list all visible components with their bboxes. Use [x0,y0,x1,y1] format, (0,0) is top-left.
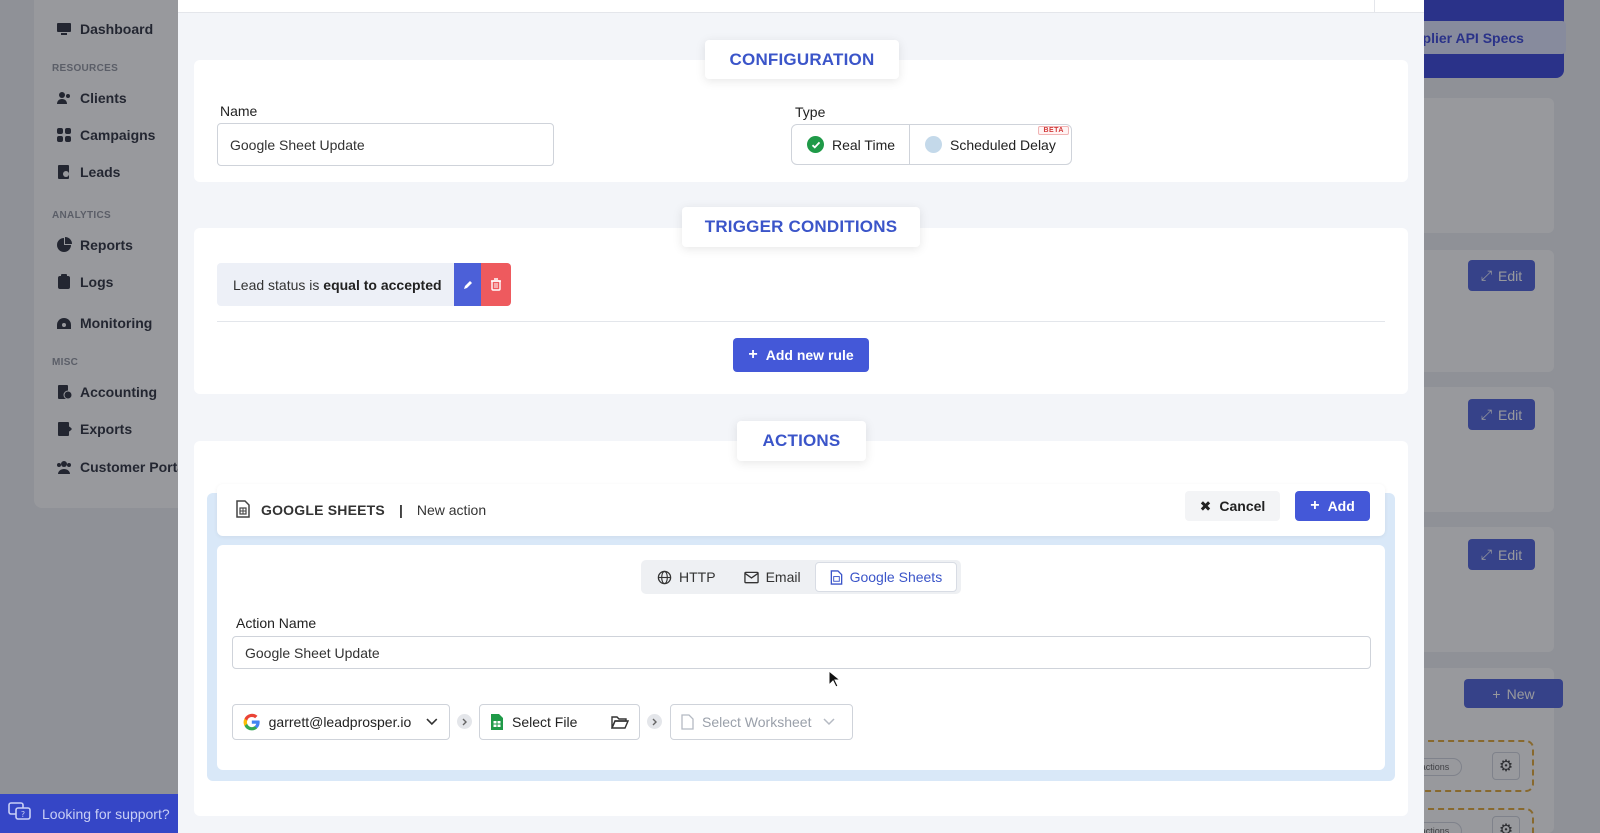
chat-icon: ? [8,801,32,826]
name-input[interactable]: Google Sheet Update [217,123,554,166]
globe-icon [657,570,672,584]
type-option-label: Real Time [832,136,896,153]
envelope-icon [743,571,759,583]
type-segmented-control: Real Time Scheduled Delay BETA [791,124,1072,165]
modal-top-bar [178,0,1424,13]
beta-badge: BETA [1038,126,1069,135]
select-file-button[interactable]: Select File [479,704,640,740]
rule-prefix: Lead status is [233,276,324,293]
chevron-down-icon [823,718,835,726]
divider [217,321,1385,322]
tab-google-sheets[interactable]: Google Sheets [814,562,958,592]
tab-email[interactable]: Email [730,562,815,592]
select-worksheet-dropdown[interactable]: Select Worksheet [670,704,853,740]
actions-title: ACTIONS [737,421,866,461]
select-file-label: Select File [512,714,578,730]
cancel-label: Cancel [1219,498,1266,514]
header-separator: | [398,502,403,518]
add-new-rule-button[interactable]: + Add new rule [733,338,869,372]
edit-rule-button[interactable] [454,263,481,306]
google-icon [243,713,260,731]
action-name-label: Action Name [236,615,317,631]
support-chat-button[interactable]: ? Looking for support? [0,794,178,833]
svg-text:?: ? [21,810,25,819]
sheet-file-icon [830,569,842,585]
document-icon [681,714,694,730]
rule-condition: equal to accepted [323,276,442,293]
close-icon: ✖ [1199,497,1212,514]
tab-http[interactable]: HTTP [643,562,730,592]
chevron-down-icon [426,718,438,726]
plus-icon: + [1310,497,1320,514]
folder-open-icon [611,715,629,729]
action-type-title: GOOGLE SHEETS [261,502,385,518]
type-label: Type [795,104,826,120]
mouse-cursor-icon [828,669,842,693]
type-option-label: Scheduled Delay [950,136,1056,153]
add-action-button[interactable]: + Add [1295,491,1370,521]
action-status-label: New action [416,502,487,518]
pencil-icon [463,280,472,289]
spreadsheet-icon [491,714,503,730]
tab-label: HTTP [679,569,716,585]
cancel-button[interactable]: ✖ Cancel [1185,491,1280,521]
tab-label: Google Sheets [849,569,943,585]
trigger-conditions-title: TRIGGER CONDITIONS [682,207,920,247]
google-sheets-file-icon [235,499,251,521]
select-worksheet-label: Select Worksheet [702,714,812,730]
add-label: Add [1327,498,1355,514]
type-option-real-time[interactable]: Real Time [792,125,910,164]
google-account-select[interactable]: garrett@leadprosper.io [232,704,450,740]
configuration-title: CONFIGURATION [705,40,899,79]
chevron-right-icon [647,714,662,729]
plus-icon: + [748,346,758,363]
name-label: Name [220,103,258,119]
account-value: garrett@leadprosper.io [268,714,412,730]
action-type-tabs: HTTP Email Google Sheets [641,560,961,594]
action-name-input[interactable]: Google Sheet Update [232,636,1371,669]
rule-text: Lead status is equal to accepted [217,277,454,293]
chevron-right-icon [457,714,472,729]
delete-rule-button[interactable] [481,263,511,306]
rule-chip: Lead status is equal to accepted [217,263,511,306]
trash-icon [491,278,501,291]
check-circle-icon [807,136,824,153]
radio-icon [925,136,942,153]
tab-label: Email [765,569,801,585]
add-rule-label: Add new rule [765,347,854,363]
support-label: Looking for support? [42,805,170,822]
type-option-scheduled-delay[interactable]: Scheduled Delay BETA [910,125,1071,164]
